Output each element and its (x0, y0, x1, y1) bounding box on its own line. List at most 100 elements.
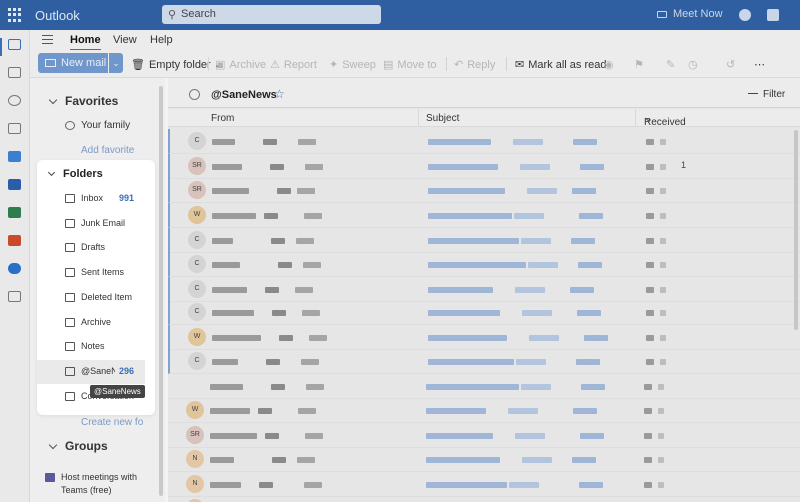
folder-deleted-items[interactable]: Deleted Item (37, 286, 155, 310)
flag-icon[interactable]: ⚑ (634, 58, 644, 71)
redacted-text (644, 482, 652, 488)
redacted-text (210, 433, 257, 439)
undo-icon[interactable]: ↺ (726, 58, 735, 71)
more-options-icon[interactable]: ⋯ (754, 58, 765, 71)
people-icon[interactable] (8, 95, 21, 106)
excel-icon[interactable] (8, 207, 21, 218)
search-box[interactable]: ⚲ Search (162, 5, 381, 24)
column-received[interactable]: Received ⌄ (644, 113, 686, 128)
redacted-text (646, 335, 654, 341)
message-row[interactable]: N (168, 447, 800, 472)
redacted-text (210, 408, 250, 414)
redacted-text (660, 359, 666, 365)
column-subject[interactable]: Subject (426, 113, 459, 124)
calendar-icon[interactable] (8, 67, 21, 78)
message-row[interactable]: C (168, 277, 800, 302)
redacted-text (660, 238, 666, 244)
new-mail-button[interactable]: New mail (38, 53, 108, 73)
message-row[interactable]: C (168, 252, 800, 277)
ribbon-tabs: Home View Help (30, 30, 800, 51)
powerpoint-icon[interactable] (8, 235, 21, 246)
folder-sanenews[interactable]: @SaneN 296 (37, 360, 145, 384)
teams-promo-line2: Teams (free) (61, 485, 112, 495)
sender-avatar: SR (186, 426, 204, 444)
create-new-folder-link[interactable]: Create new fo (81, 417, 143, 428)
office-icon[interactable] (767, 9, 779, 21)
redacted-text (646, 238, 654, 244)
onedrive-icon[interactable] (8, 263, 21, 274)
tag-icon[interactable]: ◉ (604, 58, 614, 71)
message-row[interactable]: C (168, 300, 800, 325)
sweep-button[interactable]: ✦ Sweep (329, 58, 376, 71)
move-to-button[interactable]: ▤ Move to (383, 58, 437, 71)
star-icon[interactable]: ☆ (274, 87, 285, 101)
skype-icon[interactable] (739, 9, 751, 21)
sender-avatar: N (186, 475, 204, 493)
send-icon (65, 268, 75, 277)
todo-icon[interactable] (8, 151, 21, 162)
message-list-scrollbar[interactable] (794, 130, 798, 330)
redacted-text (646, 188, 654, 194)
redacted-text (295, 287, 313, 293)
add-favorite-link[interactable]: Add favorite (81, 145, 134, 156)
folder-inbox[interactable]: Inbox 991 (37, 187, 155, 211)
redacted-text (579, 213, 603, 219)
sender-avatar: W (188, 206, 206, 224)
sender-avatar: C (188, 352, 206, 370)
message-list-header: @SaneNews ☆ Filter (168, 78, 800, 108)
column-from[interactable]: From (211, 113, 234, 124)
chevron-down-icon (48, 440, 58, 450)
empty-folder-button[interactable]: 🗑 Empty folder ⌄ (131, 58, 223, 71)
app-launcher-icon[interactable] (8, 8, 22, 22)
divider (208, 57, 209, 71)
word-icon[interactable] (8, 179, 21, 190)
meet-now-button[interactable]: Meet Now (657, 8, 723, 20)
message-row[interactable] (168, 374, 800, 399)
select-all-checkbox[interactable] (189, 89, 200, 100)
more-apps-icon[interactable] (8, 291, 21, 302)
message-row[interactable]: W (168, 325, 800, 350)
message-row[interactable]: SR (168, 423, 800, 448)
message-row[interactable]: N (168, 472, 800, 497)
redacted-text (212, 164, 242, 170)
folder-pane-scrollbar[interactable] (159, 86, 163, 496)
new-mail-dropdown[interactable]: ⌄ (109, 53, 123, 73)
message-row[interactable]: W (168, 203, 800, 228)
tab-home[interactable]: Home (70, 34, 101, 51)
redacted-text (522, 310, 552, 316)
redacted-text (509, 482, 539, 488)
folder-junk-email[interactable]: Junk Email (37, 212, 155, 236)
message-row[interactable]: C (168, 129, 800, 154)
folder-archive[interactable]: Archive (37, 311, 155, 335)
redacted-text (579, 482, 603, 488)
folders-header[interactable]: Folders (47, 168, 103, 180)
favorites-header[interactable]: Favorites (48, 94, 118, 108)
folder-notes[interactable]: Notes (37, 335, 155, 359)
mark-all-read-button[interactable]: ✉ Mark all as read (515, 58, 606, 71)
message-row[interactable]: SR (168, 178, 800, 203)
redacted-text (302, 310, 320, 316)
pin-icon[interactable]: ✎ (666, 58, 675, 71)
folder-sent-items[interactable]: Sent Items (37, 261, 155, 285)
filter-button[interactable]: Filter (748, 89, 785, 100)
groups-header[interactable]: Groups (48, 439, 108, 453)
menu-icon[interactable] (42, 35, 53, 44)
chevron-down-icon (48, 95, 58, 105)
folder-drafts[interactable]: Drafts (37, 236, 155, 260)
message-row[interactable]: N (168, 496, 800, 502)
archive-button[interactable]: ▣ Archive (215, 58, 266, 71)
trash-icon: 🗑 (131, 59, 145, 71)
message-row[interactable]: C (168, 228, 800, 253)
message-row[interactable]: SR (168, 154, 800, 179)
redacted-text (658, 384, 664, 390)
tab-help[interactable]: Help (150, 34, 173, 46)
attachment-icon[interactable] (8, 123, 21, 134)
report-button[interactable]: ⚠ Report (270, 58, 317, 71)
envelope-icon (45, 59, 56, 67)
message-row[interactable]: C (168, 349, 800, 374)
snooze-icon[interactable]: ◷ (688, 58, 698, 71)
reply-button[interactable]: ↶ Reply (454, 58, 495, 71)
message-row[interactable]: W (168, 398, 800, 423)
tab-view[interactable]: View (113, 34, 137, 46)
mail-icon[interactable] (8, 39, 21, 50)
